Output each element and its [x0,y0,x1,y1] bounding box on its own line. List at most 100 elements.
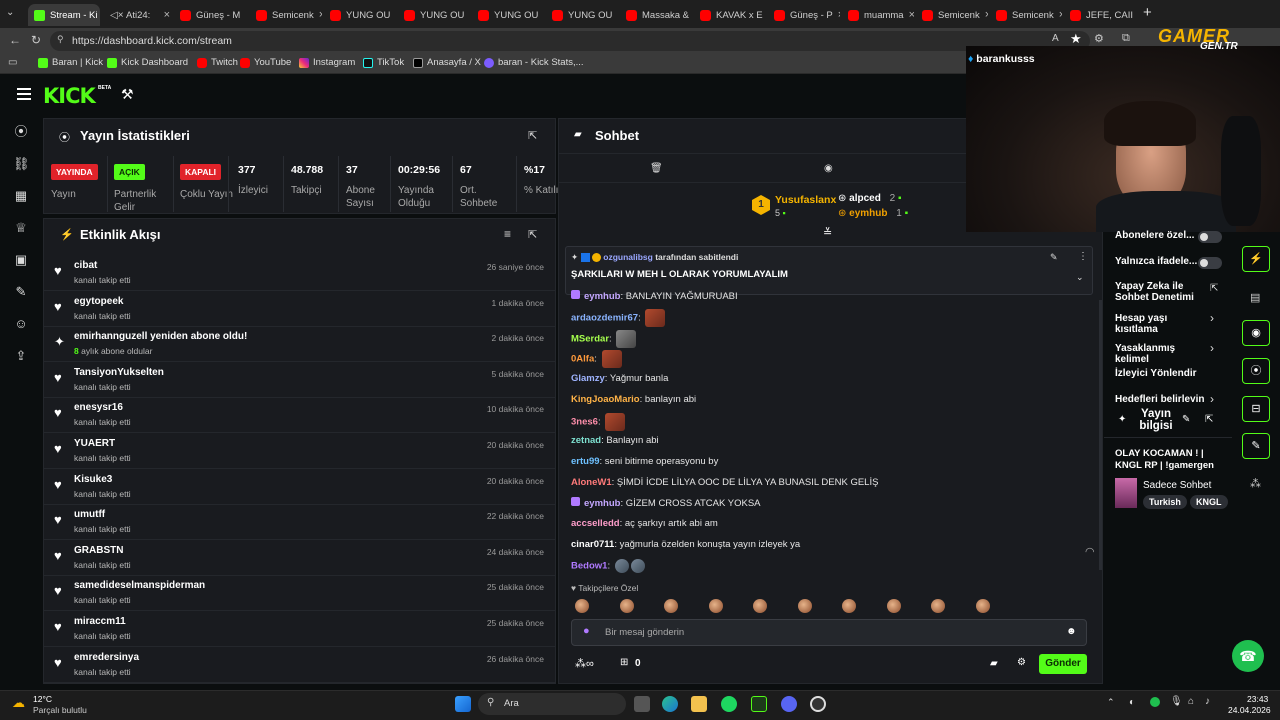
emoji-icon[interactable]: ☻ [1066,626,1077,637]
notes-icon[interactable]: ▤ [1250,291,1260,304]
tab-list-icon[interactable]: ⌄ [6,7,20,21]
creator-tools-icon[interactable]: ⚒ [121,86,134,103]
leader-name[interactable]: Yusufaslanx [775,194,836,206]
setting-toggle[interactable] [1198,231,1222,243]
gift-icon[interactable]: ⊞ [620,657,628,668]
network-icon[interactable]: ⌂ [1188,696,1194,707]
close-icon[interactable]: × [469,9,470,21]
activity-name[interactable]: samedideselmanspiderman [74,580,205,591]
info-popout-icon[interactable]: ⇱ [1205,414,1213,425]
close-icon[interactable]: × [245,9,246,21]
chat-username[interactable]: accselledd [571,518,620,529]
bookmark-item[interactable]: YouTube [240,57,291,68]
tools-button[interactable]: ✎ [1242,433,1270,459]
collapse-icon[interactable]: ≚ [823,226,832,239]
chat-username[interactable]: AloneW1 [571,477,612,488]
bookmark-item[interactable]: Baran | Kick [38,57,103,68]
browser-tab[interactable]: KAVAK x E× [694,4,766,26]
browser-tab[interactable]: Stream - Ki× [28,4,100,26]
tag-chip[interactable]: KNGL [1190,495,1228,509]
setting-toggle[interactable] [1198,257,1222,269]
send-button[interactable]: Gönder [1039,654,1087,674]
activity-name[interactable]: YUAERT [74,438,115,449]
emote-picker-item[interactable] [753,599,767,613]
quick-action-bolt-button[interactable]: ⚡ [1242,246,1270,272]
start-icon[interactable] [455,696,471,712]
task-view-icon[interactable] [634,696,650,712]
leader-third[interactable]: ⊛ eymhub 1 ▪ [838,208,908,219]
setting-label[interactable]: Abonelere özel... [1115,230,1210,241]
unpin-icon[interactable]: ✎ [1050,252,1058,263]
collections-icon[interactable]: ⧉ [1122,32,1130,45]
layout-button[interactable]: ⊟ [1242,396,1270,422]
chevron-right-icon[interactable]: › [1210,311,1214,325]
chat-username[interactable]: KingJoaoMario [571,394,640,405]
trophy-icon[interactable]: ♕ [13,220,29,236]
external-link-icon[interactable]: ⇱ [1210,283,1218,294]
filter-icon[interactable]: ≡ [504,227,511,241]
activity-name[interactable]: cibat [74,260,97,271]
channel-points-icon[interactable]: ⁂∞ [575,657,594,670]
reload-icon[interactable]: ↻ [31,33,41,47]
video-icon[interactable]: ▣ [13,252,29,268]
favorite-star-icon[interactable]: ★ [1070,31,1082,47]
bookmark-item[interactable]: Instagram [299,57,355,68]
support-button[interactable]: ☎ [1232,640,1264,672]
popout-icon[interactable]: ⇱ [528,129,537,142]
chevron-right-icon[interactable]: › [1210,341,1214,355]
bookmark-item[interactable]: TikTok [363,57,404,68]
chat-username[interactable]: eymhub [584,291,620,302]
browser-tab[interactable]: ◁× Ati24: × [104,4,176,26]
browser-tab[interactable]: JEFE, CAII× [1064,4,1136,26]
expand-icon[interactable]: ⌄ [1076,272,1084,283]
activity-name[interactable]: miraccm11 [74,616,126,627]
analytics-icon[interactable]: ▦ [13,188,29,204]
browser-tab[interactable]: YUNG OU × [472,4,544,26]
emote-picker-item[interactable] [708,599,723,613]
menu-icon[interactable] [17,88,31,100]
activity-name[interactable]: emredersinya [74,652,139,663]
trash-icon[interactable]: 🗑 [650,163,663,174]
setting-label[interactable]: İzleyici Yönlendir [1115,368,1210,379]
more-tools-icon[interactable]: ⁂ [1250,477,1261,490]
tray-status-icon[interactable] [1150,697,1160,707]
tray-chevron-icon[interactable]: ⌃ [1107,697,1115,708]
activity-name[interactable]: umutff [74,509,105,520]
chat-username[interactable]: MSerdar [571,334,609,345]
setting-label[interactable]: Yapay Zeka ile Sohbet Denetimi [1115,281,1210,303]
emote-picker-item[interactable] [842,599,856,613]
browser-tab[interactable]: Semicenk × [990,4,1062,26]
emote-picker-item[interactable] [886,599,901,613]
close-icon[interactable]: × [164,9,170,21]
setting-label[interactable]: Yasaklanmış kelimel [1115,343,1210,365]
bookmark-item[interactable]: Kick Dashboard [107,57,188,68]
setting-label[interactable]: Hesap yaşı kısıtlama [1115,313,1210,335]
new-tab-icon[interactable]: + [1143,4,1152,21]
chat-username[interactable]: zetnad [571,435,601,446]
emote-picker-item[interactable] [619,599,634,613]
back-icon[interactable]: ← [9,33,21,47]
browser-tab[interactable]: YUNG OU × [324,4,396,26]
emote-picker-item[interactable] [575,599,589,613]
tag-chip[interactable]: Turkish [1143,495,1187,509]
chat-toggle-button[interactable]: ◉ [1242,320,1270,346]
obs-icon[interactable] [810,696,826,712]
activity-name[interactable]: enesysr16 [74,402,123,413]
file-explorer-icon[interactable] [691,696,707,712]
activity-popout-icon[interactable]: ⇱ [528,228,537,241]
emote-picker-item[interactable] [931,599,945,613]
edge-icon[interactable] [662,696,678,712]
more-icon[interactable]: ⋮ [1078,251,1088,262]
spotify-icon[interactable] [721,696,737,712]
chat-username[interactable]: Bedow1 [571,561,607,572]
browser-tab[interactable]: YUNG OU × [398,4,470,26]
chat-username[interactable]: Glamzy [571,373,605,384]
users-icon[interactable]: ☺ [13,316,29,332]
close-icon[interactable]: × [985,9,988,21]
wrench-icon[interactable]: ✎ [13,284,29,300]
activity-name[interactable]: egytopeek [74,296,123,307]
activity-name[interactable]: emirhannguzell yeniden abone oldu! [74,331,247,342]
close-icon[interactable]: × [543,9,544,21]
mic-tray-icon[interactable]: 🎙 [1170,696,1183,707]
close-icon[interactable]: × [838,9,840,21]
